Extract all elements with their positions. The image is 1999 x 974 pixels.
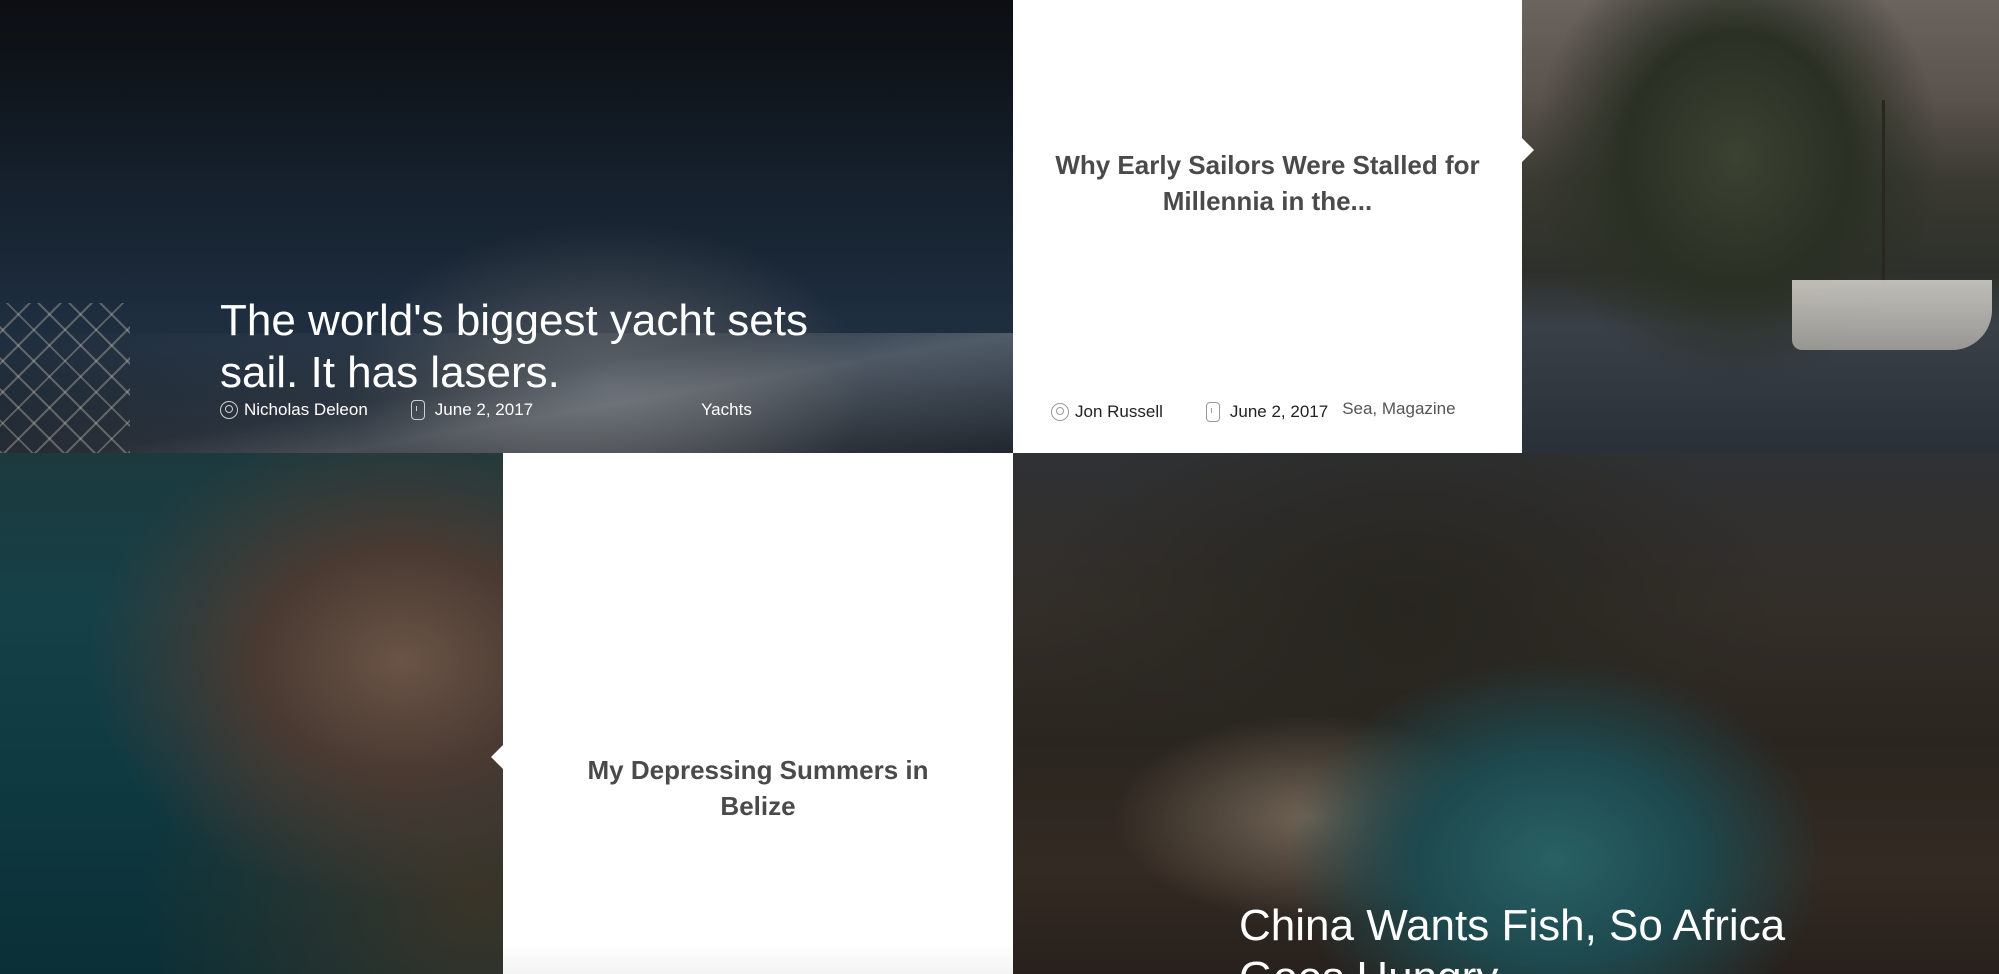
post-author[interactable]: Jon Russell xyxy=(1051,402,1163,422)
post-meta: Jon Russell June 2, 2017 Sea, Magazine xyxy=(1051,399,1456,422)
author-name[interactable]: Nicholas Deleon xyxy=(244,400,368,420)
post-card-yacht[interactable]: The world's biggest yacht sets sail. It … xyxy=(0,0,1013,453)
date-text: June 2, 2017 xyxy=(1229,402,1329,421)
post-image-island[interactable] xyxy=(1522,0,1999,453)
card-pointer-right xyxy=(1522,138,1534,162)
card-bottom-fade xyxy=(503,944,1013,974)
post-title[interactable]: The world's biggest yacht sets sail. It … xyxy=(220,295,820,401)
user-icon xyxy=(1051,403,1069,421)
island-photo xyxy=(1522,0,1999,453)
post-author[interactable]: Nicholas Deleon xyxy=(220,400,368,420)
post-category[interactable]: Yachts xyxy=(701,400,752,420)
post-card-belize[interactable]: My Depressing Summers in Belize xyxy=(491,453,1013,974)
post-card-china-fish[interactable]: China Wants Fish, So Africa Goes Hungry xyxy=(1013,453,1999,974)
boat-mast xyxy=(1882,100,1885,285)
cliffs-photo xyxy=(0,453,503,974)
post-categories[interactable]: Sea, Magazine xyxy=(1342,399,1455,419)
post-date: June 2, 2017 xyxy=(1205,402,1329,422)
user-icon xyxy=(220,401,238,419)
watch-icon xyxy=(410,400,425,420)
date-text: June 2, 2017 xyxy=(434,400,534,419)
watch-icon xyxy=(1205,402,1220,422)
card-pointer-left xyxy=(491,745,503,769)
post-meta: Nicholas Deleon June 2, 2017 Yachts xyxy=(220,400,752,420)
boat-hull xyxy=(1792,280,1992,350)
post-date: June 2, 2017 xyxy=(410,400,534,420)
post-title[interactable]: China Wants Fish, So Africa Goes Hungry xyxy=(1239,900,1839,974)
author-name[interactable]: Jon Russell xyxy=(1075,402,1163,422)
post-image-cliffs[interactable] xyxy=(0,453,503,974)
image-shade xyxy=(1013,453,1999,974)
post-title[interactable]: Why Early Sailors Were Stalled for Mille… xyxy=(1013,148,1522,220)
post-card-sailors[interactable]: Why Early Sailors Were Stalled for Mille… xyxy=(1013,0,1534,453)
yacht-net-overlay xyxy=(0,303,130,453)
post-title[interactable]: My Depressing Summers in Belize xyxy=(503,753,1013,825)
